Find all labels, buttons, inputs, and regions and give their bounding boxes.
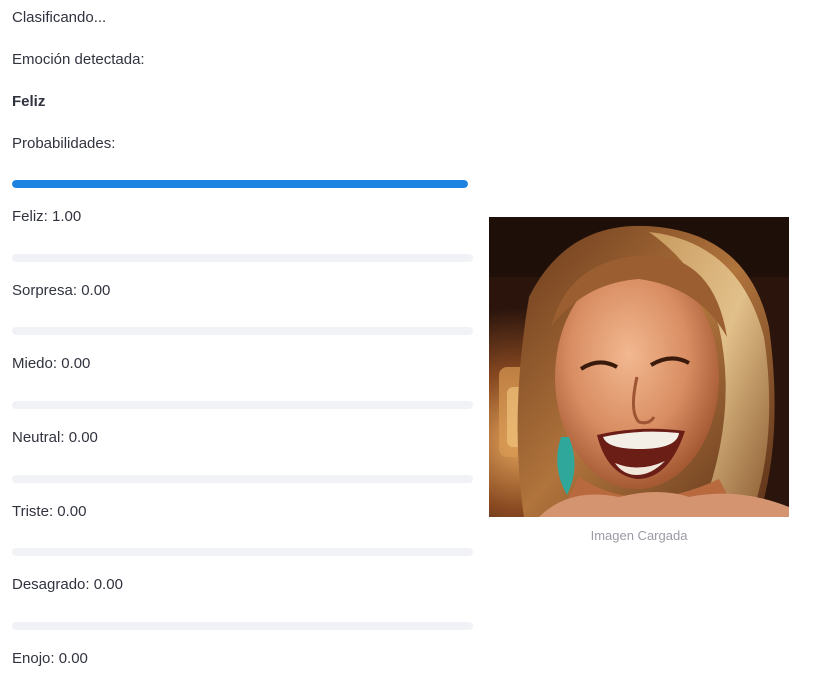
- probabilities-label: Probabilidades:: [12, 135, 116, 152]
- probability-label-sorpresa: Sorpresa: 0.00: [12, 282, 111, 299]
- probability-label-desagrado: Desagrado: 0.00: [12, 576, 123, 593]
- progress-bar-enojo: [12, 622, 473, 630]
- probability-label-triste: Triste: 0.00: [12, 503, 87, 520]
- progress-fill: [12, 180, 468, 188]
- uploaded-face-image: [489, 217, 789, 517]
- progress-bar-sorpresa: [12, 254, 473, 262]
- probability-label-miedo: Miedo: 0.00: [12, 355, 91, 372]
- progress-bar-feliz: [12, 180, 468, 188]
- emotion-label: Emoción detectada:: [12, 51, 145, 68]
- probability-label-neutral: Neutral: 0.00: [12, 429, 98, 446]
- progress-bar-desagrado: [12, 548, 473, 556]
- image-caption: Imagen Cargada: [590, 528, 688, 543]
- probability-label-feliz: Feliz: 1.00: [12, 208, 82, 225]
- progress-bar-neutral: [12, 401, 473, 409]
- progress-bar-triste: [12, 475, 473, 483]
- classifying-status: Clasificando...: [12, 9, 107, 26]
- emotion-value: Feliz: [12, 93, 46, 110]
- progress-bar-miedo: [12, 327, 473, 335]
- probability-label-enojo: Enojo: 0.00: [12, 650, 88, 667]
- uploaded-image-panel: Imagen Cargada: [489, 217, 789, 544]
